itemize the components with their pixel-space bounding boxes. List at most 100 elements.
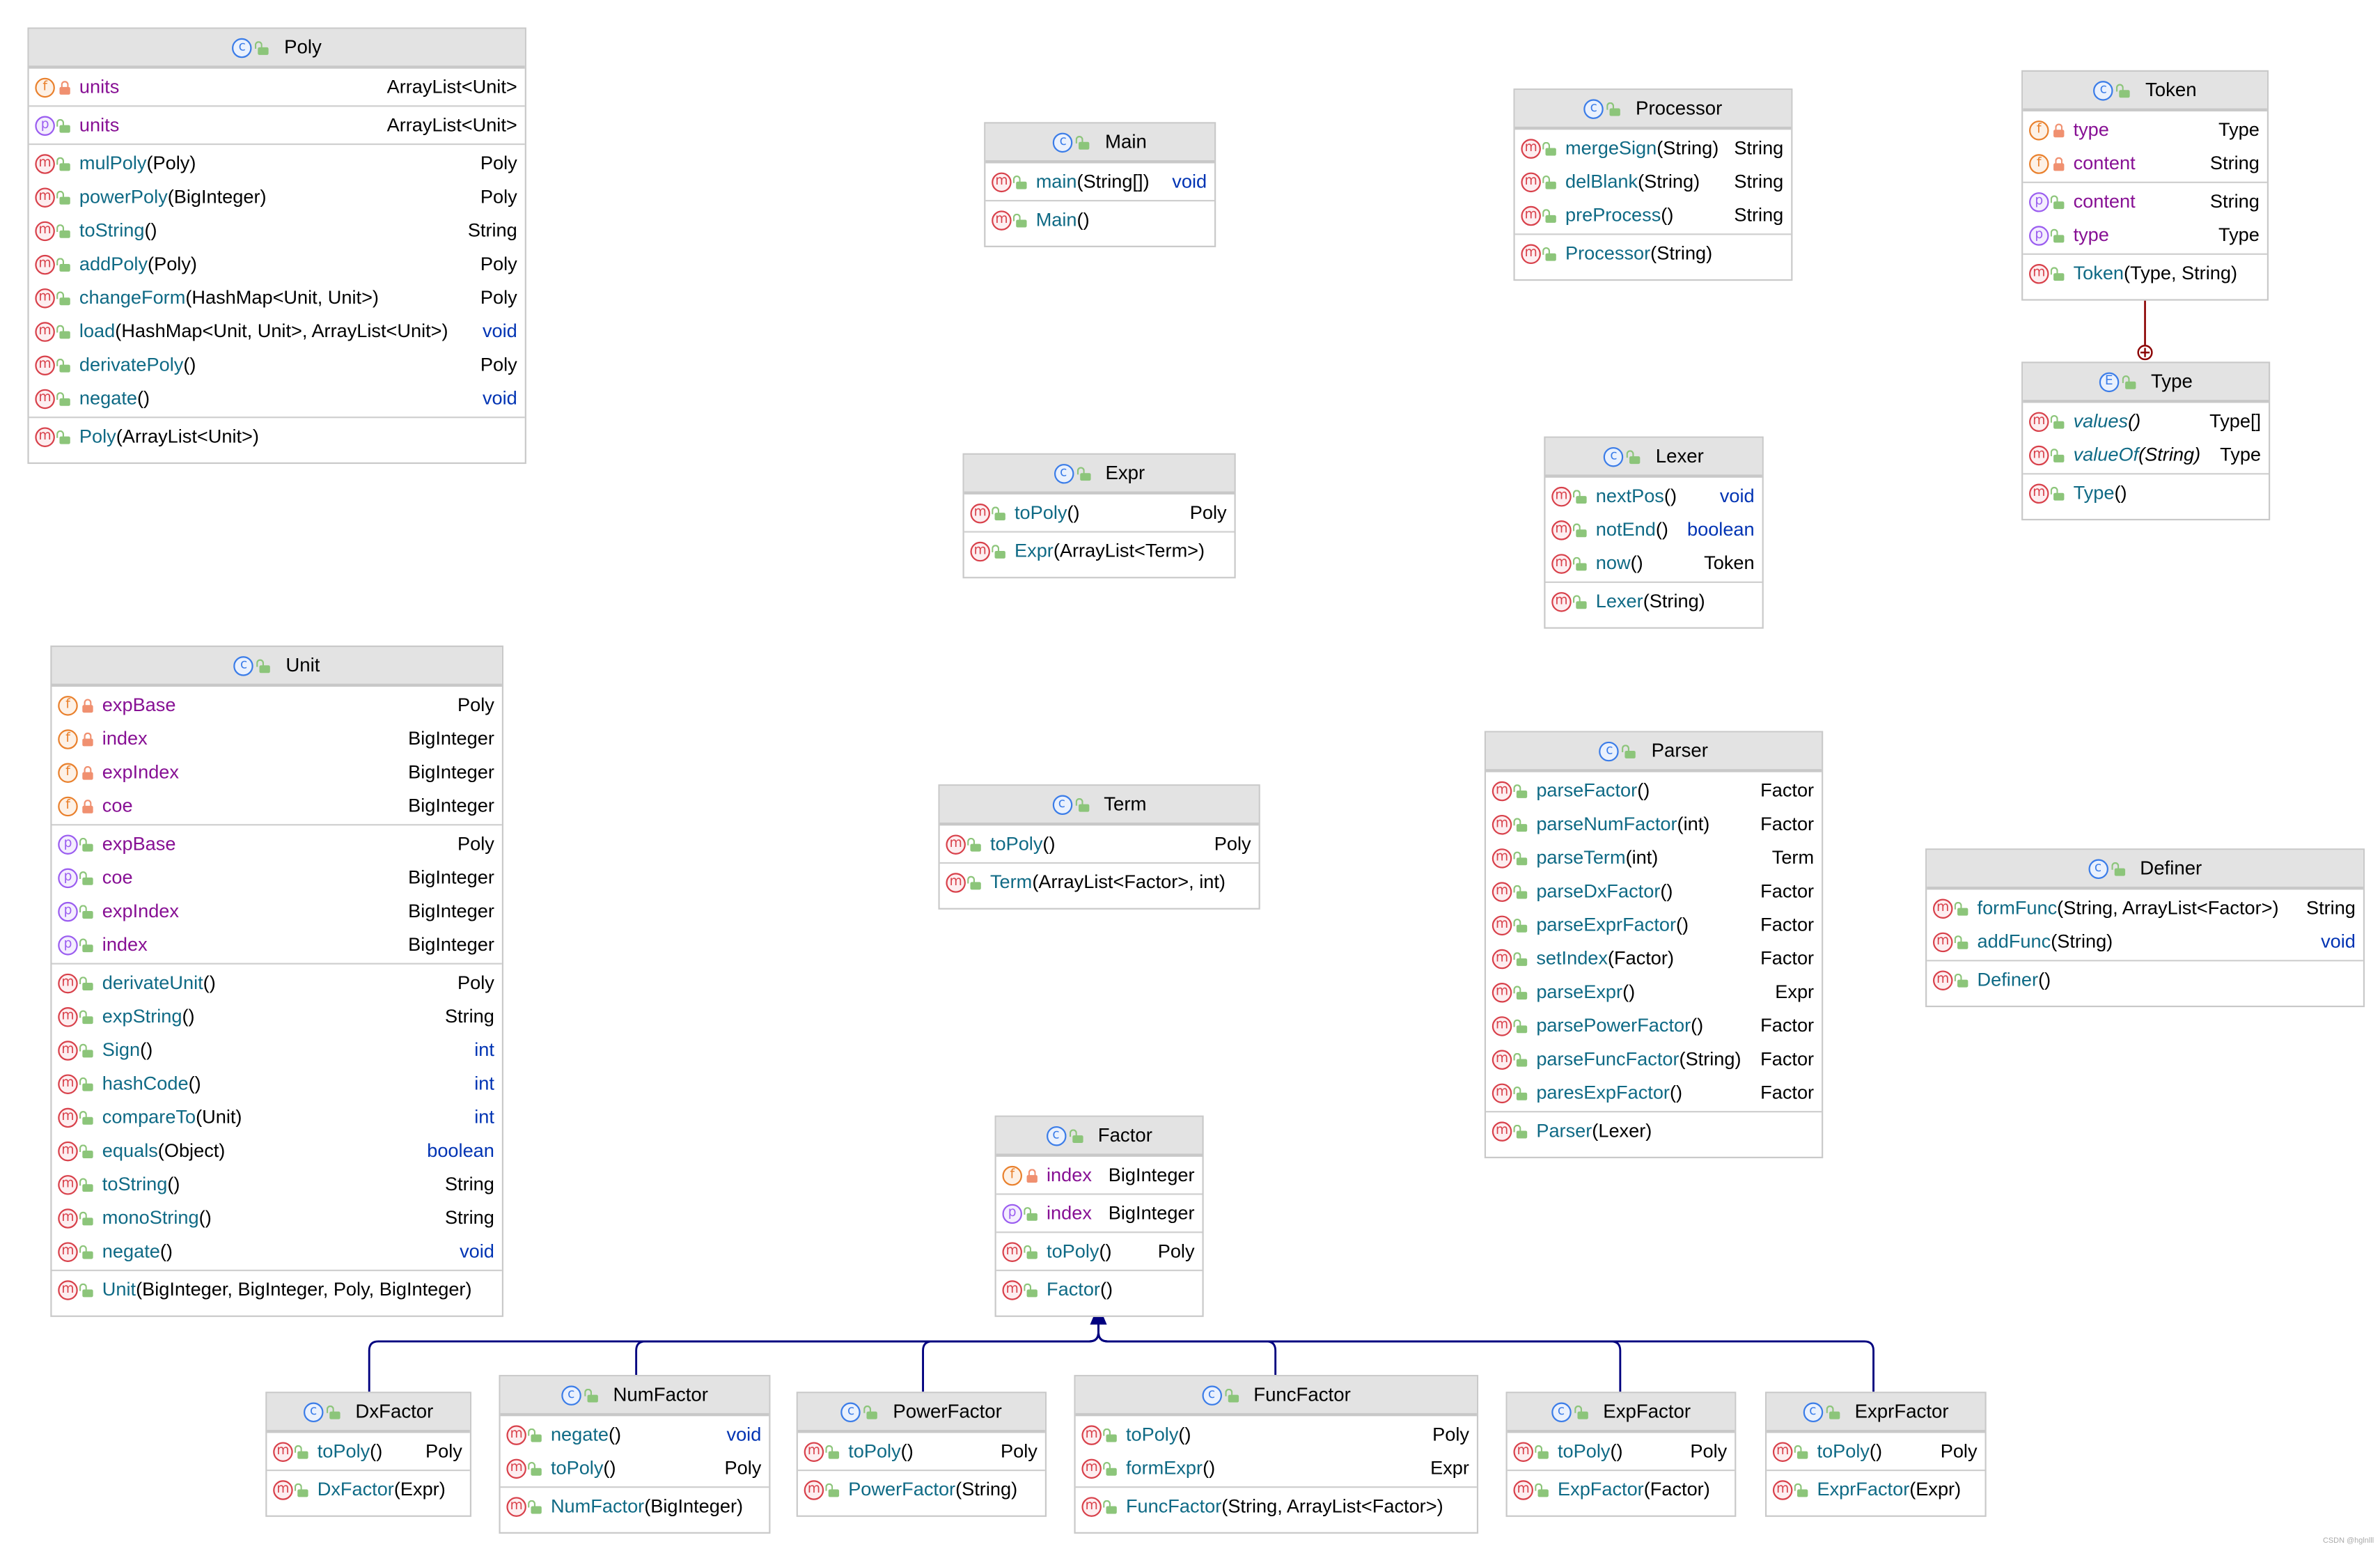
class-box-type[interactable]: E Type m values() Type[] m valueOf (String) Type…	[2021, 361, 2271, 521]
method-row[interactable]: m notEnd() boolean	[1545, 513, 1762, 546]
method-row[interactable]: m Term (ArrayList<Factor>, int)	[940, 865, 1259, 898]
class-box-exp-factor[interactable]: c ExpFactor m toPoly() Poly m ExpFactor (Factor…	[1505, 1392, 1737, 1517]
class-box-term[interactable]: c Term m toPoly() Poly m Term (ArrayList<Factor…	[938, 784, 1260, 910]
method-row[interactable]: m changeForm (HashMap<Unit, Unit>) Poly	[29, 281, 525, 314]
method-row[interactable]: m Sign() int	[52, 1033, 501, 1066]
class-box-dx-factor[interactable]: c DxFactor m toPoly() Poly m DxFactor (Expr)	[265, 1392, 472, 1517]
class-box-processor[interactable]: c Processor m mergeSign (String) String m delBl…	[1513, 88, 1793, 281]
method-row[interactable]: m Main()	[985, 203, 1214, 236]
class-box-expr-factor[interactable]: c ExprFactor m toPoly() Poly m ExprFactor (Expr…	[1764, 1392, 1987, 1517]
field-row[interactable]: p coe BigInteger	[52, 861, 501, 894]
method-row[interactable]: m FuncFactor (String, ArrayList<Factor>)	[1076, 1489, 1477, 1523]
method-row[interactable]: m Definer()	[1927, 963, 2363, 997]
field-row[interactable]: f units ArrayList<Unit>	[29, 70, 525, 104]
method-row[interactable]: m toPoly() Poly	[1076, 1417, 1477, 1451]
method-row[interactable]: m Lexer (String)	[1545, 584, 1762, 618]
field-row[interactable]: f index BigInteger	[52, 722, 501, 755]
method-row[interactable]: m Token (Type, String)	[2023, 256, 2267, 290]
field-row[interactable]: p index BigInteger	[52, 928, 501, 961]
method-row[interactable]: m equals (Object) boolean	[52, 1134, 501, 1167]
field-row[interactable]: f expBase Poly	[52, 688, 501, 722]
field-row[interactable]: p expBase Poly	[52, 827, 501, 861]
method-row[interactable]: m monoString() String	[52, 1201, 501, 1234]
field-row[interactable]: f expIndex BigInteger	[52, 756, 501, 789]
method-row[interactable]: m Processor (String)	[1515, 237, 1792, 270]
field-row[interactable]: f index BigInteger	[996, 1158, 1203, 1192]
method-row[interactable]: m toPoly() Poly	[996, 1235, 1203, 1268]
method-row[interactable]: m valueOf (String) Type	[2023, 438, 2269, 472]
method-row[interactable]: m toPoly() Poly	[1767, 1435, 1984, 1468]
method-row[interactable]: m parseTerm (int) Term	[1486, 841, 1822, 874]
field-row[interactable]: p content String	[2023, 185, 2267, 218]
class-box-num-factor[interactable]: c NumFactor m negate() void m toPoly() Poly m Num…	[499, 1375, 771, 1534]
method-row[interactable]: m paresExpFactor() Factor	[1486, 1076, 1822, 1110]
method-row[interactable]: m addFunc (String) void	[1927, 925, 2363, 958]
method-row[interactable]: m toPoly() Poly	[267, 1435, 469, 1468]
method-row[interactable]: m parseNumFactor (int) Factor	[1486, 807, 1822, 841]
method-row[interactable]: m toPoly() Poly	[501, 1451, 769, 1485]
class-box-parser[interactable]: c Parser m parseFactor() Factor m parseNumFact…	[1484, 731, 1824, 1158]
method-row[interactable]: m NumFactor (BigInteger)	[501, 1489, 769, 1523]
method-row[interactable]: m addPoly (Poly) Poly	[29, 247, 525, 281]
field-row[interactable]: p units ArrayList<Unit>	[29, 109, 525, 142]
field-row[interactable]: f content String	[2023, 146, 2267, 180]
method-row[interactable]: m PowerFactor (String)	[798, 1472, 1045, 1506]
method-row[interactable]: m powerPoly (BigInteger) Poly	[29, 180, 525, 214]
class-box-lexer[interactable]: c Lexer m nextPos() void m notEnd() boolean m now…	[1544, 436, 1764, 629]
method-row[interactable]: m mergeSign (String) String	[1515, 131, 1792, 164]
class-box-definer[interactable]: c Definer m formFunc (String, ArrayList<Fact…	[1925, 848, 2365, 1008]
method-row[interactable]: m parseFuncFactor (String) Factor	[1486, 1042, 1822, 1075]
field-row[interactable]: f coe BigInteger	[52, 789, 501, 823]
method-row[interactable]: m preProcess() String	[1515, 199, 1792, 232]
method-row[interactable]: m expString() String	[52, 999, 501, 1033]
method-row[interactable]: m setIndex (Factor) Factor	[1486, 942, 1822, 975]
field-row[interactable]: p type Type	[2023, 218, 2267, 251]
class-box-main[interactable]: c Main m main (String[]) void m Main()	[984, 122, 1216, 247]
method-row[interactable]: m derivateUnit() Poly	[52, 966, 501, 999]
class-box-factor[interactable]: c Factor f index BigInteger p index BigInteger m…	[994, 1115, 1204, 1317]
class-box-power-factor[interactable]: c PowerFactor m toPoly() Poly m PowerFactor (St…	[796, 1392, 1047, 1517]
method-row[interactable]: m Factor()	[996, 1272, 1203, 1306]
class-box-token[interactable]: c Token f type Type f content String p content Str…	[2021, 70, 2269, 301]
method-row[interactable]: m Parser (Lexer)	[1486, 1114, 1822, 1147]
method-row[interactable]: m derivatePoly() Poly	[29, 348, 525, 382]
method-row[interactable]: m parsePowerFactor() Factor	[1486, 1009, 1822, 1042]
method-row[interactable]: m toPoly() Poly	[964, 496, 1235, 529]
method-row[interactable]: m nextPos() void	[1545, 479, 1762, 513]
field-row[interactable]: f type Type	[2023, 113, 2267, 146]
method-row[interactable]: m main (String[]) void	[985, 165, 1214, 199]
method-row[interactable]: m Unit (BigInteger, BigInteger, Poly, BigI…	[52, 1272, 501, 1306]
method-row[interactable]: m toString() String	[52, 1167, 501, 1201]
method-row[interactable]: m values() Type[]	[2023, 405, 2269, 438]
method-row[interactable]: m now() Token	[1545, 546, 1762, 579]
method-row[interactable]: m toPoly() Poly	[798, 1435, 1045, 1468]
method-row[interactable]: m formExpr() Expr	[1076, 1451, 1477, 1485]
method-row[interactable]: m parseExprFactor() Factor	[1486, 908, 1822, 942]
method-row[interactable]: m hashCode() int	[52, 1067, 501, 1100]
field-row[interactable]: p index BigInteger	[996, 1197, 1203, 1230]
method-row[interactable]: m parseExpr() Expr	[1486, 975, 1822, 1009]
method-row[interactable]: m Expr (ArrayList<Term>)	[964, 534, 1235, 568]
method-row[interactable]: m Type()	[2023, 476, 2269, 510]
method-row[interactable]: m negate() void	[52, 1235, 501, 1268]
method-row[interactable]: m Poly (ArrayList<Unit>)	[29, 420, 525, 453]
field-row[interactable]: p expIndex BigInteger	[52, 894, 501, 928]
method-row[interactable]: m ExprFactor (Expr)	[1767, 1472, 1984, 1506]
method-row[interactable]: m parseFactor() Factor	[1486, 774, 1822, 807]
method-row[interactable]: m toString() String	[29, 214, 525, 247]
method-row[interactable]: m compareTo (Unit) int	[52, 1100, 501, 1134]
class-box-unit[interactable]: c Unit f expBase Poly f index BigInteger f expInd…	[50, 645, 504, 1317]
method-row[interactable]: m negate() void	[29, 382, 525, 415]
method-row[interactable]: m toPoly() Poly	[1508, 1435, 1735, 1468]
method-row[interactable]: m negate() void	[501, 1417, 769, 1451]
class-box-func-factor[interactable]: c FuncFactor m toPoly() Poly m formExpr() Expr m…	[1074, 1375, 1479, 1534]
method-row[interactable]: m DxFactor (Expr)	[267, 1472, 469, 1506]
method-row[interactable]: m load (HashMap<Unit, Unit>, ArrayList<Uni…	[29, 314, 525, 348]
method-row[interactable]: m toPoly() Poly	[940, 827, 1259, 861]
method-row[interactable]: m ExpFactor (Factor)	[1508, 1472, 1735, 1506]
class-box-poly[interactable]: c Poly f units ArrayList<Unit> p units ArrayLis…	[27, 27, 526, 465]
method-row[interactable]: m parseDxFactor() Factor	[1486, 874, 1822, 908]
class-box-expr[interactable]: c Expr m toPoly() Poly m Expr (ArrayList<Term>)	[962, 453, 1236, 579]
method-row[interactable]: m mulPoly (Poly) Poly	[29, 146, 525, 180]
method-row[interactable]: m formFunc (String, ArrayList<Factor>) Stri…	[1927, 892, 2363, 925]
